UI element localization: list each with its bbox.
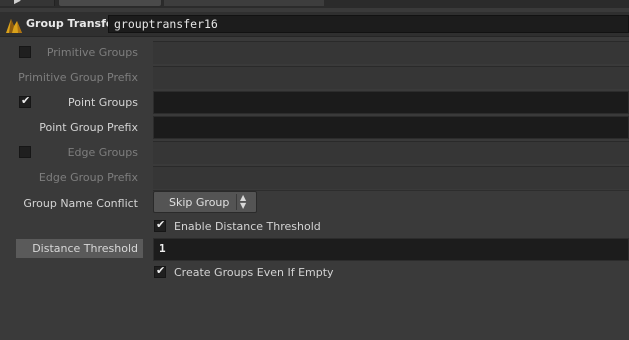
edge-groups-label: Edge Groups bbox=[67, 146, 138, 159]
row-point-group-prefix: Point Group Prefix bbox=[0, 115, 629, 140]
edge-group-prefix-label: Edge Group Prefix bbox=[38, 171, 138, 184]
row-enable-distance-threshold: Enable Distance Threshold bbox=[0, 214, 629, 239]
point-groups-checkbox[interactable] bbox=[19, 94, 31, 108]
primitive-group-prefix-field bbox=[153, 66, 629, 89]
tab-strip: ▶ bbox=[0, 0, 629, 8]
point-groups-label: Point Groups bbox=[67, 96, 138, 109]
row-edge-groups: Edge Groups bbox=[0, 140, 629, 165]
node-name-field[interactable]: grouptransfer16 bbox=[108, 15, 629, 33]
edge-group-prefix-field bbox=[153, 166, 629, 189]
group-name-conflict-menu[interactable]: Skip Group ▲ ▼ bbox=[153, 191, 257, 213]
distance-threshold-label: Distance Threshold bbox=[16, 239, 143, 258]
row-group-name-conflict: Group Name Conflict Skip Group ▲ ▼ bbox=[0, 190, 629, 215]
houdini-node-icon bbox=[6, 19, 22, 33]
menu-divider bbox=[236, 194, 237, 210]
row-point-groups: Point Groups bbox=[0, 90, 629, 115]
row-primitive-groups: Primitive Groups bbox=[0, 40, 629, 65]
edge-groups-checkbox[interactable] bbox=[19, 146, 31, 158]
primitive-group-prefix-label: Primitive Group Prefix bbox=[18, 71, 138, 84]
create-groups-even-if-empty-label[interactable]: Create Groups Even If Empty bbox=[174, 266, 334, 279]
row-create-groups-even-if-empty: Create Groups Even If Empty bbox=[0, 260, 629, 285]
row-edge-group-prefix: Edge Group Prefix bbox=[0, 165, 629, 190]
tab-right[interactable] bbox=[164, 0, 324, 6]
group-name-conflict-value: Skip Group bbox=[169, 196, 230, 209]
group-name-conflict-label: Group Name Conflict bbox=[23, 197, 138, 210]
parameter-header: Group Transfer grouptransfer16 bbox=[0, 12, 629, 37]
row-distance-threshold: Distance Threshold 1 bbox=[0, 237, 629, 262]
primitive-groups-label: Primitive Groups bbox=[46, 46, 138, 59]
enable-distance-threshold-checkbox[interactable] bbox=[154, 218, 166, 232]
row-primitive-group-prefix: Primitive Group Prefix bbox=[0, 65, 629, 90]
tab-left[interactable]: ▶ bbox=[0, 0, 55, 6]
enable-distance-threshold-label[interactable]: Enable Distance Threshold bbox=[174, 220, 321, 233]
edge-groups-field bbox=[153, 141, 629, 164]
create-groups-even-if-empty-checkbox[interactable] bbox=[154, 264, 166, 278]
play-arrow-icon[interactable]: ▶ bbox=[14, 0, 21, 6]
point-group-prefix-field[interactable] bbox=[153, 116, 629, 139]
tab-active[interactable] bbox=[58, 0, 162, 7]
updown-arrows-icon: ▲ ▼ bbox=[240, 193, 247, 210]
primitive-groups-field bbox=[153, 41, 629, 64]
primitive-groups-checkbox[interactable] bbox=[19, 46, 31, 58]
point-groups-field[interactable] bbox=[153, 91, 629, 114]
point-group-prefix-label: Point Group Prefix bbox=[39, 121, 138, 134]
distance-threshold-field[interactable]: 1 bbox=[153, 238, 629, 261]
node-type-label: Group Transfer bbox=[26, 17, 119, 30]
